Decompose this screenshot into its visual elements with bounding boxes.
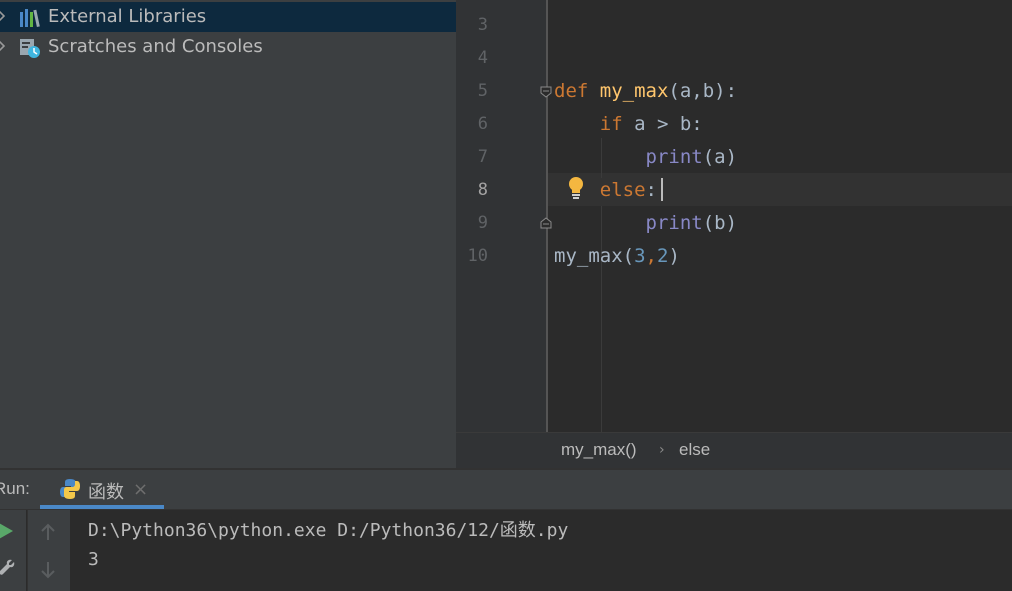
breadcrumb: my_max() › else	[456, 432, 1012, 469]
rerun-icon[interactable]	[0, 522, 14, 540]
line-number: 10	[467, 246, 488, 266]
code-text: (a)	[702, 146, 738, 168]
fold-collapse-icon[interactable]	[540, 86, 552, 98]
line-number: 6	[477, 114, 488, 134]
code-builtin: print	[645, 212, 703, 234]
code-line-6: if a > b:	[554, 113, 703, 135]
code-text: )	[668, 245, 680, 267]
line-number: 5	[477, 81, 488, 101]
console-line: 3	[88, 549, 99, 570]
code-line-8: else:	[554, 179, 657, 201]
scratches-icon	[20, 39, 40, 58]
breadcrumb-separator: ›	[659, 442, 665, 458]
line-number-current: 8	[477, 180, 488, 200]
tree-item-label: External Libraries	[48, 6, 207, 27]
code-keyword: def	[554, 80, 589, 102]
python-file-icon	[60, 479, 80, 499]
code-keyword: else	[599, 179, 646, 201]
line-number: 9	[477, 213, 488, 233]
console-line: D:\Python36\python.exe D:/Python36/12/函数…	[88, 520, 569, 541]
code-text: :	[645, 179, 657, 201]
line-number: 7	[477, 147, 488, 167]
code-line-5: def my_max(a,b):	[554, 80, 737, 102]
code-editor[interactable]: 3 4 5 6 7 8 9 10 def my_max(a,b): if a >…	[456, 0, 1012, 432]
code-number: 2	[656, 245, 669, 267]
code-keyword: if	[599, 113, 623, 135]
active-tab-indicator	[40, 505, 164, 509]
chevron-right-icon[interactable]	[0, 9, 6, 23]
run-toolbar-scroll	[27, 510, 70, 591]
code-text: (b)	[702, 212, 738, 234]
code-line-9: print(b)	[554, 212, 738, 234]
line-number: 4	[477, 48, 488, 68]
indent-guide	[601, 206, 602, 432]
arrow-up-icon[interactable]	[40, 522, 56, 542]
code-line-7: print(a)	[554, 146, 738, 168]
code-number: 3	[634, 245, 646, 267]
close-icon[interactable]: ×	[133, 479, 148, 500]
code-function-name: my_max	[599, 80, 669, 102]
run-toolwindow-header: Run: 函数 ×	[0, 470, 1012, 510]
run-console[interactable]: D:\Python36\python.exe D:/Python36/12/函数…	[70, 510, 1012, 591]
code-text: my_max(	[554, 245, 635, 267]
code-line-10: my_max(3,2)	[554, 245, 680, 267]
arrow-down-icon[interactable]	[40, 560, 56, 580]
libraries-icon	[20, 9, 40, 28]
fold-end-icon[interactable]	[540, 217, 552, 229]
chevron-right-icon[interactable]	[0, 39, 6, 53]
run-toolbar-left	[0, 510, 26, 591]
text-caret	[661, 178, 663, 201]
code-builtin: print	[645, 146, 703, 168]
breadcrumb-item[interactable]: my_max()	[561, 440, 637, 460]
code-comma: ,	[645, 245, 657, 267]
breadcrumb-item[interactable]: else	[679, 440, 710, 460]
code-text: a > b:	[622, 113, 703, 135]
run-label: Run:	[0, 479, 30, 498]
project-tree-panel: External Libraries Scratches and Console…	[0, 0, 456, 468]
tree-item-label: Scratches and Consoles	[48, 36, 263, 57]
line-number: 3	[477, 15, 488, 35]
code-text: (a,b):	[668, 80, 738, 102]
wrench-icon[interactable]	[0, 558, 16, 576]
run-tab-label[interactable]: 函数	[88, 478, 124, 504]
gutter-divider	[546, 0, 548, 432]
tree-item-external-libraries[interactable]: External Libraries	[0, 2, 456, 32]
tree-item-scratches-and-consoles[interactable]: Scratches and Consoles	[0, 32, 456, 62]
